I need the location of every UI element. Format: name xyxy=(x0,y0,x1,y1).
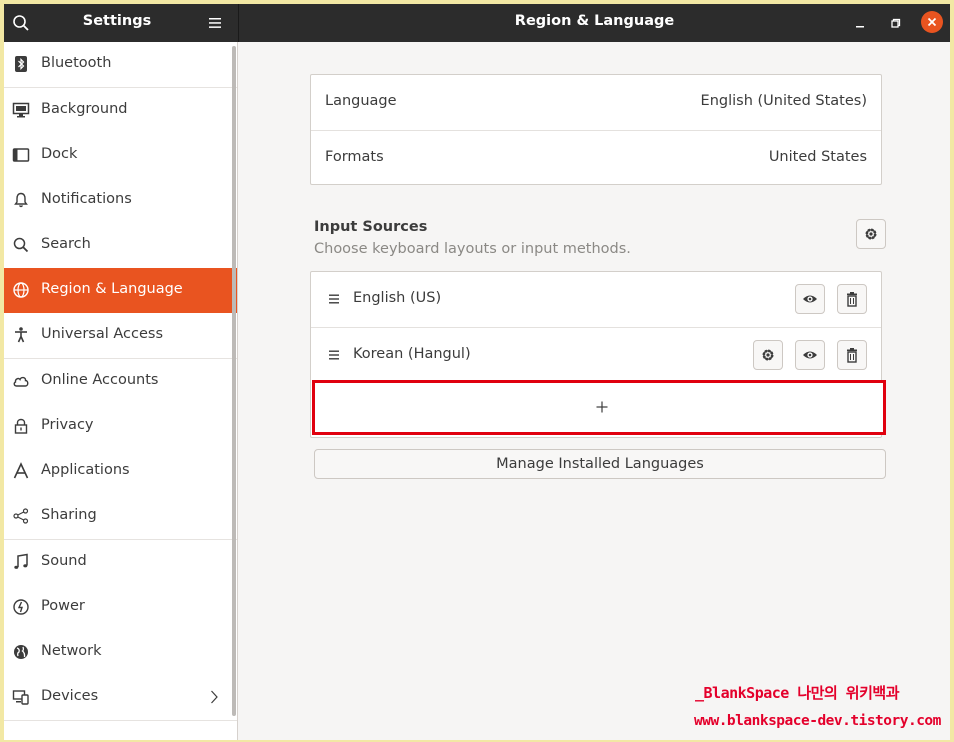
network-globe-icon xyxy=(14,645,28,659)
bluetooth-icon xyxy=(15,56,27,72)
sidebar-item-applications[interactable]: Applications xyxy=(4,449,237,494)
bell-icon xyxy=(14,192,28,208)
remove-source-button[interactable] xyxy=(837,284,867,314)
drag-handle-icon[interactable] xyxy=(328,293,340,305)
preview-layout-button[interactable] xyxy=(795,340,825,370)
minimize-icon[interactable] xyxy=(852,15,868,31)
sidebar-item-partial[interactable] xyxy=(4,721,237,740)
main-panel: Language English (United States) Formats… xyxy=(239,42,950,740)
sidebar-item-privacy[interactable]: Privacy xyxy=(4,404,237,449)
sidebar-item-label: Universal Access xyxy=(41,326,164,342)
applications-icon xyxy=(13,462,29,479)
formats-label: Formats xyxy=(325,149,384,165)
partially-hidden-icon xyxy=(12,734,30,740)
sidebar-item-devices[interactable]: Devices xyxy=(4,675,237,720)
share-icon xyxy=(13,508,29,524)
input-sources-subtitle: Choose keyboard layouts or input methods… xyxy=(314,241,631,257)
gear-icon xyxy=(865,228,877,240)
remove-source-button[interactable] xyxy=(837,340,867,370)
restore-icon[interactable] xyxy=(888,15,904,31)
header-bar: Settings Region & Language xyxy=(4,4,950,42)
sidebar-item-bluetooth[interactable]: Bluetooth xyxy=(4,42,237,87)
sidebar-item-label: Notifications xyxy=(41,191,132,207)
sidebar-item-notifications[interactable]: Notifications xyxy=(4,178,237,223)
power-icon xyxy=(13,599,29,615)
window-title: Region & Language xyxy=(514,13,675,29)
add-input-source-button[interactable] xyxy=(312,380,886,435)
region-settings-box: Language English (United States) Formats… xyxy=(310,74,882,185)
input-sources-options-button[interactable] xyxy=(856,219,886,249)
sidebar-item-label: Power xyxy=(41,598,85,614)
sidebar-item-label: Applications xyxy=(41,462,130,478)
close-button[interactable] xyxy=(921,11,943,33)
sidebar-title: Settings xyxy=(82,13,152,29)
search-icon xyxy=(13,237,29,253)
settings-window: Settings Region & Language Bluetooth Bac… xyxy=(4,4,950,740)
eye-icon xyxy=(803,351,817,359)
close-icon xyxy=(927,17,937,27)
sidebar-item-label: Sharing xyxy=(41,507,97,523)
eye-icon xyxy=(803,295,817,303)
input-source-name: English (US) xyxy=(353,290,442,306)
sidebar: Bluetooth Background Dock Notifications … xyxy=(4,42,238,740)
monitor-icon xyxy=(12,102,30,118)
formats-value: United States xyxy=(768,149,867,165)
sidebar-item-label: Bluetooth xyxy=(41,55,112,71)
sidebar-item-label: Dock xyxy=(41,146,78,162)
music-note-icon xyxy=(14,553,28,569)
sidebar-item-region-language[interactable]: Region & Language xyxy=(4,268,237,313)
source-settings-button[interactable] xyxy=(753,340,783,370)
sidebar-header: Settings xyxy=(4,4,238,42)
preview-layout-button[interactable] xyxy=(795,284,825,314)
devices-icon xyxy=(12,690,29,705)
sidebar-item-network[interactable]: Network xyxy=(4,630,237,675)
sidebar-item-sharing[interactable]: Sharing xyxy=(4,494,237,539)
language-row[interactable]: Language English (United States) xyxy=(311,75,881,130)
sidebar-item-label: Background xyxy=(41,101,128,117)
watermark-title: _BlankSpace 나만의 위키백과 xyxy=(695,684,900,702)
sidebar-item-label: Sound xyxy=(41,553,87,569)
sidebar-item-sound[interactable]: Sound xyxy=(4,540,237,585)
sidebar-item-background[interactable]: Background xyxy=(4,88,237,133)
sidebar-item-label: Network xyxy=(41,643,102,659)
trash-icon xyxy=(847,292,857,307)
sidebar-item-label: Search xyxy=(41,236,91,252)
formats-row[interactable]: Formats United States xyxy=(311,131,881,186)
chevron-right-icon xyxy=(211,690,218,704)
language-value: English (United States) xyxy=(700,93,867,109)
sidebar-item-power[interactable]: Power xyxy=(4,585,237,630)
sidebar-item-universal-access[interactable]: Universal Access xyxy=(4,313,237,358)
input-sources-title: Input Sources xyxy=(314,219,428,235)
chevron-right-icon xyxy=(208,735,220,740)
gear-icon xyxy=(762,349,774,361)
language-label: Language xyxy=(325,93,397,109)
sidebar-item-label: Privacy xyxy=(41,417,94,433)
input-source-row[interactable]: English (US) xyxy=(311,272,881,327)
sidebar-item-label: Region & Language xyxy=(41,281,183,297)
sidebar-item-dock[interactable]: Dock xyxy=(4,133,237,178)
search-icon[interactable] xyxy=(12,14,30,32)
input-source-name: Korean (Hangul) xyxy=(353,346,471,362)
cloud-icon xyxy=(13,376,29,387)
trash-icon xyxy=(847,348,857,363)
sidebar-item-online-accounts[interactable]: Online Accounts xyxy=(4,359,237,404)
sidebar-item-label: Online Accounts xyxy=(41,372,159,388)
globe-icon xyxy=(13,282,29,298)
accessibility-icon xyxy=(15,327,27,343)
watermark-url: www.blankspace-dev.tistory.com xyxy=(694,713,941,729)
plus-icon xyxy=(596,401,608,413)
lock-icon xyxy=(14,418,28,434)
sidebar-item-search[interactable]: Search xyxy=(4,223,237,268)
drag-handle-icon[interactable] xyxy=(328,349,340,361)
hamburger-menu-icon[interactable] xyxy=(208,16,222,30)
sidebar-scrollbar[interactable] xyxy=(232,46,236,716)
sidebar-item-label: Devices xyxy=(41,688,99,704)
dock-icon xyxy=(12,148,30,162)
input-source-row[interactable]: Korean (Hangul) xyxy=(311,328,881,383)
manage-installed-languages-button[interactable]: Manage Installed Languages xyxy=(314,449,886,479)
